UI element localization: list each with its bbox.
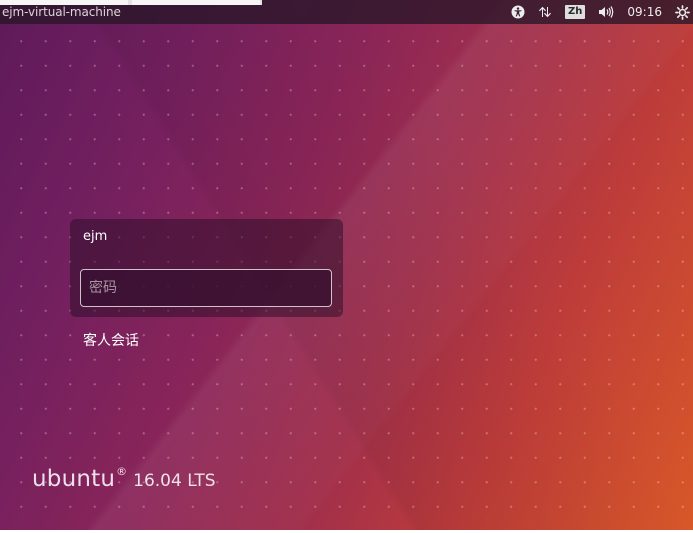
indicator-area: Zh 09:16 bbox=[498, 0, 693, 24]
clock-label: 09:16 bbox=[627, 5, 662, 19]
top-panel: ejm-virtual-machine Zh 09:16 bbox=[0, 0, 693, 24]
login-screen: ejm-virtual-machine Zh 09:16 ejm 客人会话 ub… bbox=[0, 0, 693, 530]
volume-icon[interactable] bbox=[598, 0, 614, 24]
language-badge: Zh bbox=[565, 5, 586, 19]
network-icon[interactable] bbox=[538, 0, 552, 24]
accessibility-icon[interactable] bbox=[511, 0, 525, 24]
login-box: ejm bbox=[70, 219, 343, 317]
language-indicator[interactable]: Zh bbox=[565, 0, 586, 24]
brand-wordmark: ubuntu bbox=[32, 466, 116, 492]
registered-mark: ® bbox=[116, 465, 128, 478]
guest-session-link[interactable]: 客人会话 bbox=[83, 330, 139, 350]
clock-indicator[interactable]: 09:16 bbox=[627, 0, 662, 24]
version-label: 16.04 LTS bbox=[133, 471, 216, 491]
password-input[interactable] bbox=[80, 269, 332, 307]
ubuntu-logo: ubuntu ® 16.04 LTS bbox=[32, 465, 216, 492]
power-icon[interactable] bbox=[675, 0, 690, 24]
user-name-label[interactable]: ejm bbox=[83, 229, 107, 244]
window-strip-segment bbox=[132, 0, 260, 5]
hostname-label: ejm-virtual-machine bbox=[2, 5, 121, 19]
